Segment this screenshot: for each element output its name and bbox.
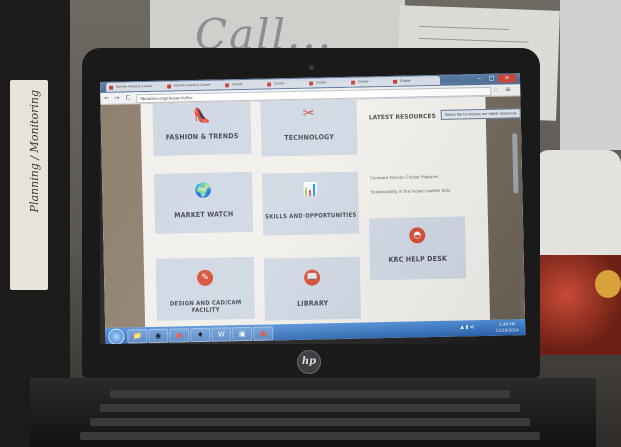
fruit	[595, 270, 621, 298]
hp-logo: hp	[297, 350, 321, 374]
tile-library[interactable]: 📖 LIBRARY	[263, 256, 362, 321]
tile-market-watch[interactable]: 🌍 MARKET WATCH	[153, 171, 254, 234]
reload-icon[interactable]: C	[123, 93, 132, 102]
window-icon[interactable]: ▣	[232, 326, 253, 342]
clock[interactable]: 1:46 PM 12/16/2014	[490, 321, 524, 334]
browser-tab[interactable]: Cluster	[389, 75, 441, 86]
tile-label: FASHION & TRENDS	[165, 132, 239, 142]
favicon-icon	[225, 83, 230, 88]
laptop-keyboard	[30, 378, 596, 447]
tools-icon: ✂	[302, 105, 315, 122]
helpdesk-icon: ◓	[409, 227, 426, 244]
webcam	[309, 65, 314, 70]
tile-technology[interactable]: ✂ TECHNOLOGY	[260, 99, 358, 157]
page-banner-left	[100, 104, 146, 328]
tile-skills-opportunities[interactable]: 📊 SKILLS AND OPPORTUNITIES	[261, 171, 360, 236]
wall-board	[560, 0, 621, 150]
book-icon: 📖	[303, 269, 321, 286]
favicon-icon	[167, 84, 172, 89]
tile-label: DESIGN AND CAD/CAM FACILITY	[169, 299, 242, 315]
subscribe-button[interactable]: Subscribe to receive our latest resource…	[440, 108, 521, 120]
browser-tab[interactable]: Fashion Industry Cluster	[164, 80, 231, 91]
favicon-icon	[109, 85, 114, 90]
globe-icon: 🌍	[194, 182, 213, 200]
chrome-icon[interactable]: ●	[169, 328, 190, 343]
forward-icon[interactable]: →	[112, 94, 121, 103]
back-icon[interactable]: ←	[102, 94, 111, 103]
page-banner-right	[485, 96, 526, 320]
tile-label: LIBRARY	[296, 299, 329, 308]
shoe-icon: 👠	[192, 107, 211, 125]
tile-krc-help-desk[interactable]: ◓ KRC HELP DESK	[368, 216, 467, 281]
tile-label: SKILLS AND OPPORTUNITIES	[265, 211, 357, 221]
latest-resources-heading: LATEST RESOURCES	[368, 112, 437, 122]
laptop-screen: Fashion Industry Cluster Fashion Industr…	[100, 73, 526, 344]
opera-icon[interactable]: ●	[253, 326, 274, 341]
tile-label: MARKET WATCH	[174, 210, 234, 220]
close-button[interactable]: ×	[497, 74, 517, 83]
tile-design-cad-cam[interactable]: ✎ DESIGN AND CAD/CAM FACILITY	[155, 256, 255, 321]
minimize-button[interactable]: –	[474, 75, 485, 83]
binder-label-text: Planning / Monitoring	[28, 90, 41, 213]
app-icon[interactable]: ♦	[190, 327, 211, 343]
tile-fashion-trends[interactable]: 👠 FASHION & TRENDS	[152, 101, 252, 156]
media-icon[interactable]: ◉	[148, 328, 169, 344]
worker-chart-icon: 📊	[302, 182, 319, 198]
clock-date: 12/16/2014	[495, 327, 519, 333]
tile-label: TECHNOLOGY	[284, 133, 335, 143]
favicon-icon	[309, 81, 314, 86]
system-tray[interactable]: ▲ ▮ ◂)	[460, 324, 474, 330]
design-icon: ✎	[196, 269, 214, 287]
favicon-icon	[267, 82, 272, 87]
word-icon[interactable]: W	[211, 327, 232, 342]
favicon-icon	[351, 80, 356, 85]
star-icon[interactable]: ☆	[492, 86, 498, 94]
tile-label: KRC HELP DESK	[388, 254, 448, 264]
explorer-icon[interactable]: 📁	[127, 329, 148, 344]
tissue-box	[535, 150, 621, 270]
start-button[interactable]	[108, 328, 125, 344]
favicon-icon	[393, 79, 398, 84]
browser-tab[interactable]: Fashion Industry Cluster	[106, 81, 173, 92]
menu-icon[interactable]: ≡	[505, 85, 511, 93]
maximize-button[interactable]: □	[486, 75, 497, 83]
